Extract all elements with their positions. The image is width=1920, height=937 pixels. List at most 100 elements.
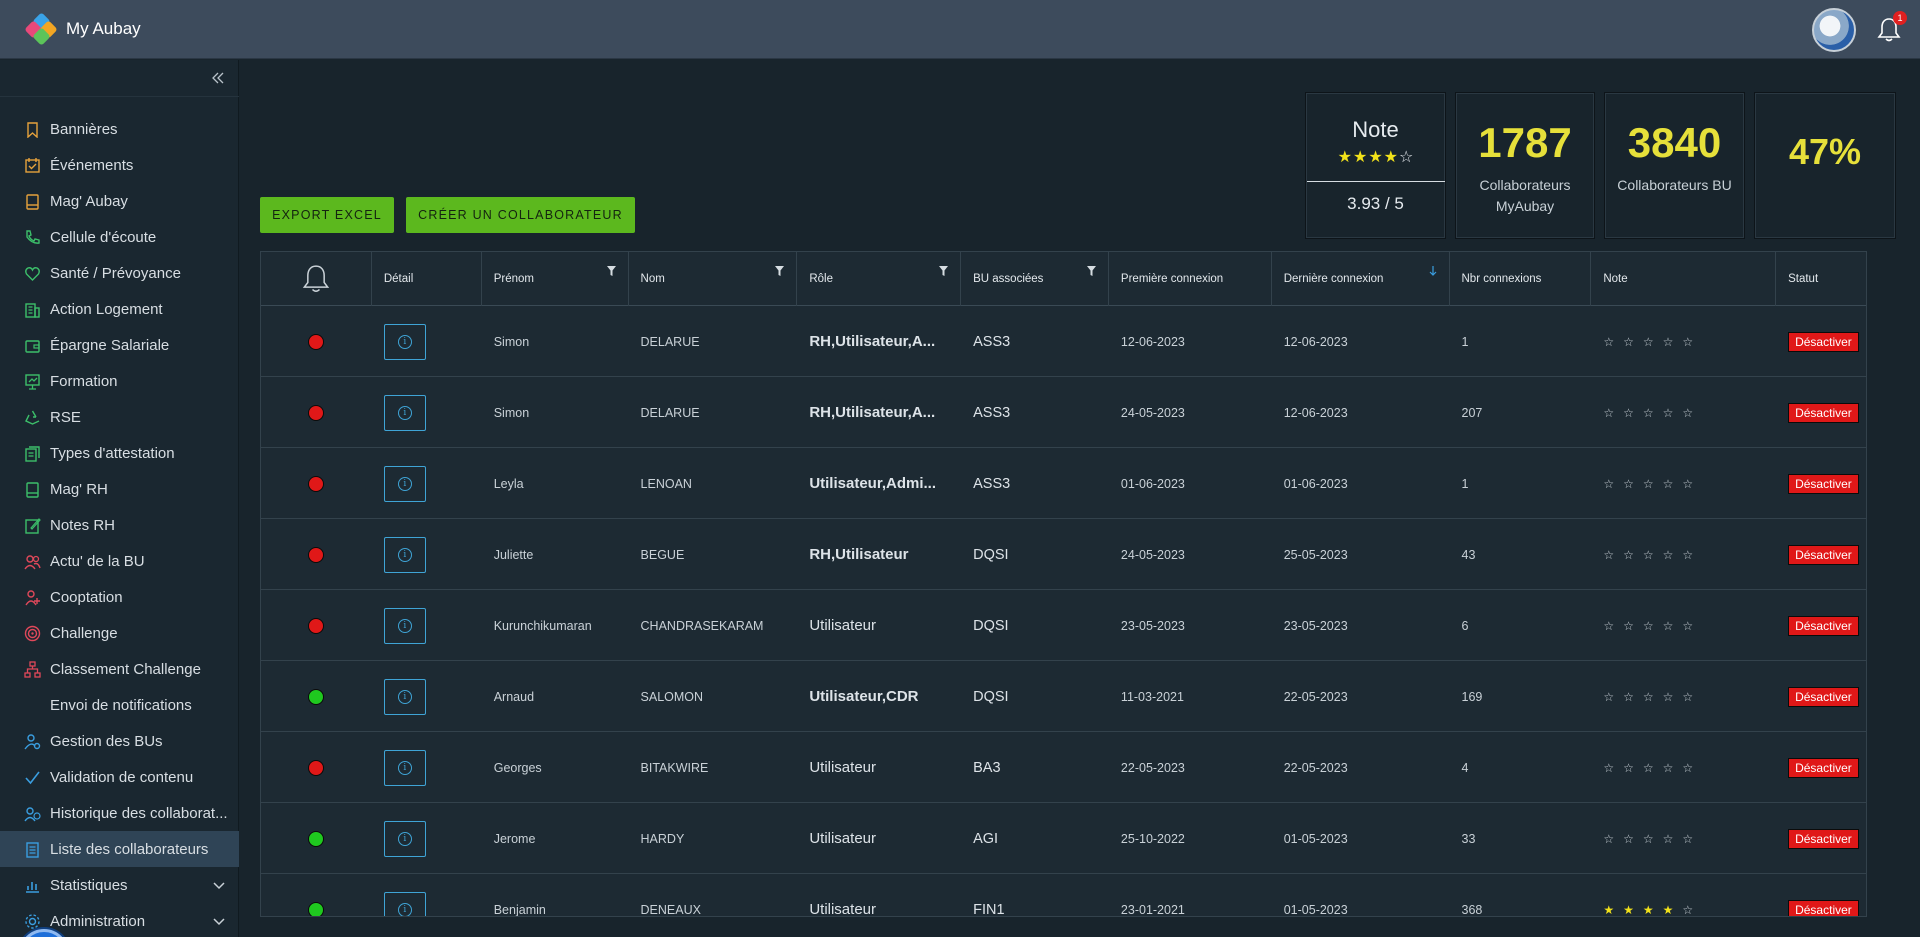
star-icon[interactable]: ☆ [1623,832,1634,846]
deactivate-button[interactable]: Désactiver [1788,331,1859,352]
deactivate-button[interactable]: Désactiver [1788,544,1859,565]
star-icon[interactable]: ☆ [1663,619,1674,633]
detail-button[interactable]: i [383,820,426,857]
detail-button[interactable]: i [383,749,426,786]
header-nom[interactable]: Nom [629,252,798,306]
deactivate-button[interactable]: Désactiver [1788,757,1859,778]
deactivate-button[interactable]: Désactiver [1788,473,1859,494]
star-icon[interactable]: ☆ [1623,477,1634,491]
star-icon[interactable]: ☆ [1643,832,1654,846]
star-icon[interactable]: ☆ [1643,335,1654,349]
sidebar-item-heart[interactable]: Santé / Prévoyance [0,255,239,291]
create-collaborator-button[interactable]: Créer un collaborateur [406,197,635,233]
star-icon[interactable]: ☆ [1603,335,1614,349]
sidebar-item-bell[interactable]: Envoi de notifications [0,687,239,723]
sidebar-item-check[interactable]: Validation de contenu [0,759,239,795]
star-icon[interactable]: ☆ [1623,335,1634,349]
header-note[interactable]: Note [1591,252,1777,306]
sidebar-item-users[interactable]: Actu' de la BU [0,543,239,579]
star-icon[interactable]: ☆ [1643,406,1654,420]
header-derniere-connexion[interactable]: Dernière connexion [1272,252,1450,306]
star-icon[interactable]: ☆ [1603,619,1614,633]
rating-stars[interactable]: ☆ ☆ ☆ ☆ ☆ [1603,406,1693,420]
star-icon[interactable]: ☆ [1682,477,1693,491]
header-bu[interactable]: BU associées [961,252,1109,306]
star-icon[interactable]: ☆ [1603,761,1614,775]
star-icon[interactable]: ☆ [1643,548,1654,562]
star-icon[interactable]: ☆ [1623,619,1634,633]
sidebar-item-user-settings[interactable]: Gestion des BUs [0,723,239,759]
detail-button[interactable]: i [383,891,426,916]
user-avatar[interactable] [1812,8,1856,52]
star-icon[interactable]: ☆ [1663,690,1674,704]
star-icon[interactable]: ☆ [1682,335,1693,349]
star-icon[interactable]: ☆ [1682,761,1693,775]
rating-stars[interactable]: ☆ ☆ ☆ ☆ ☆ [1603,477,1693,491]
sidebar-item-edit-note[interactable]: Notes RH [0,507,239,543]
rating-stars[interactable]: ☆ ☆ ☆ ☆ ☆ [1603,548,1693,562]
star-icon[interactable]: ☆ [1663,335,1674,349]
star-icon[interactable]: ☆ [1663,548,1674,562]
star-icon[interactable]: ☆ [1663,832,1674,846]
star-icon[interactable]: ☆ [1663,406,1674,420]
star-icon[interactable]: ☆ [1623,406,1634,420]
sidebar-item-users-history[interactable]: Historique des collaborat... [0,795,239,831]
rating-stars[interactable]: ☆ ☆ ☆ ☆ ☆ [1603,335,1693,349]
star-icon[interactable]: ★ [1603,903,1614,917]
sidebar-item-building[interactable]: Action Logement [0,291,239,327]
detail-button[interactable]: i [383,465,426,502]
aubay-logo-icon[interactable] [24,12,58,46]
header-nbr-connexions[interactable]: Nbr connexions [1450,252,1592,306]
header-prenom[interactable]: Prénom [482,252,629,306]
star-icon[interactable]: ☆ [1682,903,1693,917]
sidebar-item-phone[interactable]: Cellule d'écoute [0,219,239,255]
header-statut[interactable]: Statut [1776,252,1866,306]
sidebar-item-presentation[interactable]: Formation [0,363,239,399]
filter-icon[interactable] [606,266,616,276]
deactivate-button[interactable]: Désactiver [1788,828,1859,849]
rating-stars[interactable]: ☆ ☆ ☆ ☆ ☆ [1603,619,1693,633]
detail-button[interactable]: i [383,536,426,573]
star-icon[interactable]: ☆ [1682,619,1693,633]
sidebar-item-book[interactable]: Mag' Aubay [0,183,239,219]
detail-button[interactable]: i [383,678,426,715]
collapse-sidebar-button[interactable] [208,68,228,88]
deactivate-button[interactable]: Désactiver [1788,402,1859,423]
rating-stars[interactable]: ☆ ☆ ☆ ☆ ☆ [1603,690,1693,704]
detail-button[interactable]: i [383,323,426,360]
rating-stars[interactable]: ☆ ☆ ☆ ☆ ☆ [1603,832,1693,846]
detail-button[interactable]: i [383,607,426,644]
star-icon[interactable]: ☆ [1603,406,1614,420]
star-icon[interactable]: ☆ [1682,548,1693,562]
deactivate-button[interactable]: Désactiver [1788,615,1859,636]
chevron-down-icon[interactable] [213,877,225,894]
deactivate-button[interactable]: Désactiver [1788,686,1859,707]
sidebar-item-user-add[interactable]: Cooptation [0,579,239,615]
filter-icon[interactable] [939,266,949,276]
star-icon[interactable]: ☆ [1603,548,1614,562]
star-icon[interactable]: ★ [1623,903,1634,917]
sidebar-item-wallet[interactable]: Épargne Salariale [0,327,239,363]
star-icon[interactable]: ★ [1663,903,1674,917]
header-premiere-connexion[interactable]: Première connexion [1109,252,1272,306]
rating-stars[interactable]: ☆ ☆ ☆ ☆ ☆ [1603,761,1693,775]
sidebar-item-target[interactable]: Challenge [0,615,239,651]
app-title[interactable]: My Aubay [66,19,141,39]
filter-icon[interactable] [775,266,785,276]
chevron-down-icon[interactable] [213,913,225,930]
star-icon[interactable]: ☆ [1682,832,1693,846]
sidebar-item-calendar-check[interactable]: Événements [0,147,239,183]
star-icon[interactable]: ☆ [1643,761,1654,775]
star-icon[interactable]: ☆ [1623,690,1634,704]
star-icon[interactable]: ☆ [1603,477,1614,491]
sidebar-item-book[interactable]: Mag' RH [0,471,239,507]
sidebar-item-list[interactable]: Liste des collaborateurs [0,831,239,867]
star-icon[interactable]: ☆ [1682,406,1693,420]
header-role[interactable]: Rôle [797,252,962,306]
deactivate-button[interactable]: Désactiver [1788,899,1859,916]
export-excel-button[interactable]: Export Excel [260,197,394,233]
sort-down-icon[interactable] [1429,266,1437,276]
star-icon[interactable]: ☆ [1623,761,1634,775]
sidebar-item-hierarchy[interactable]: Classement Challenge [0,651,239,687]
star-icon[interactable]: ☆ [1663,761,1674,775]
